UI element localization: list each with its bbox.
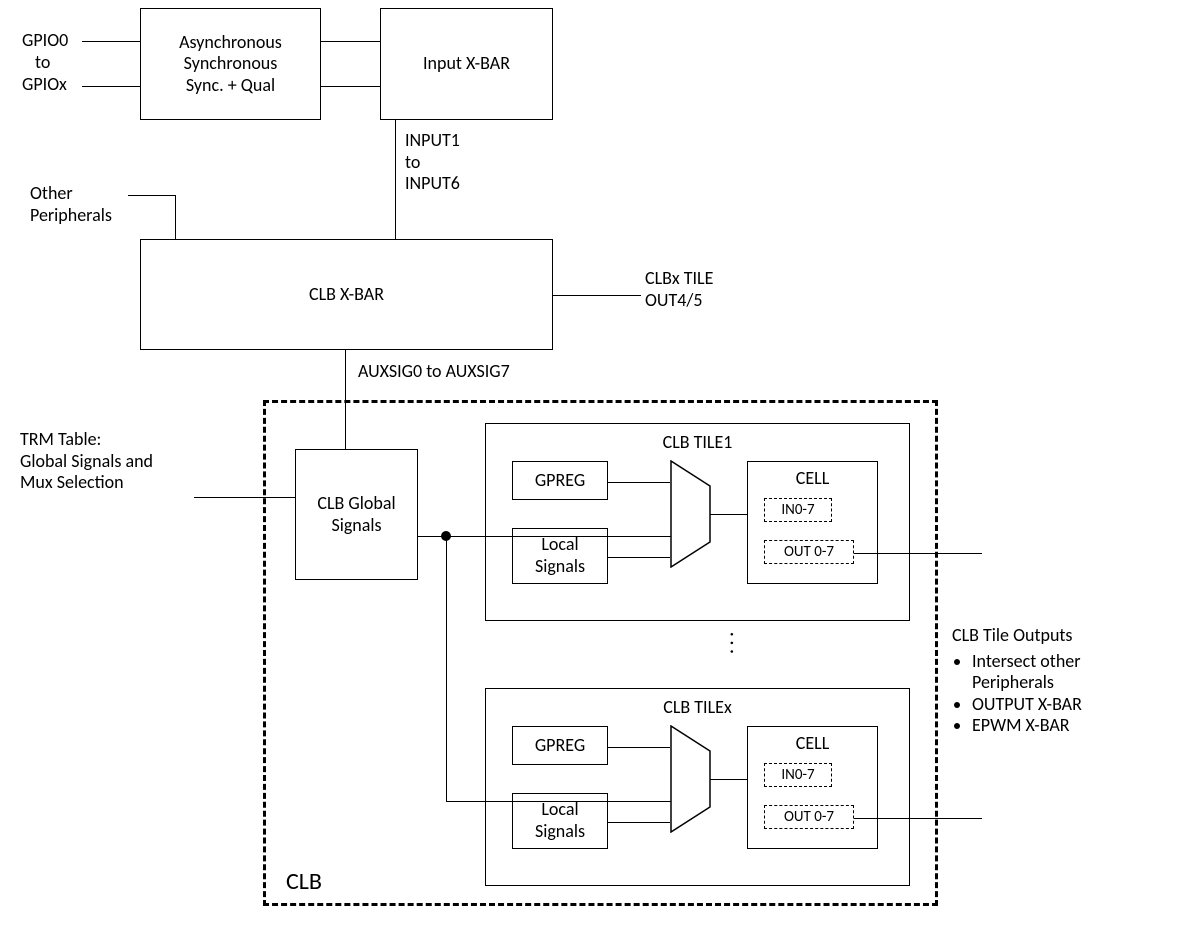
clb-tile-outputs-block: CLB Tile Outputs Intersect other Periphe… <box>952 625 1172 737</box>
outputs-heading: CLB Tile Outputs <box>952 624 1072 646</box>
input-xbar-box: Input X-BAR <box>380 8 553 120</box>
wire <box>710 514 747 515</box>
output-item-1: OUTPUT X-BAR <box>972 694 1172 716</box>
wire <box>321 86 380 87</box>
wire <box>395 120 396 239</box>
clb-title-label: CLB <box>286 868 322 897</box>
wire <box>446 801 671 802</box>
tile1-cell-box: CELL <box>747 461 878 584</box>
tilex-out-box: OUT 0-7 <box>764 805 854 829</box>
wire <box>608 557 670 558</box>
tilex-title: CLB TILEx <box>486 697 909 719</box>
clb-global-signals-box: CLB Global Signals <box>295 449 418 580</box>
tilex-in-box: IN0-7 <box>764 763 832 787</box>
wire <box>446 536 671 537</box>
tilex-gpreg-box: GPREG <box>512 726 608 765</box>
wire <box>82 86 140 87</box>
wire <box>175 195 176 239</box>
diagram-canvas: GPIO0 to GPIOx Asynchronous Synchronous … <box>0 0 1187 925</box>
tile1-title: CLB TILE1 <box>486 432 909 454</box>
async-sync-box: Asynchronous Synchronous Sync. + Qual <box>140 8 321 120</box>
tile1-cell-label: CELL <box>748 468 877 490</box>
output-item-2: EPWM X-BAR <box>972 715 1172 737</box>
wire <box>321 41 380 42</box>
input1-6-label: INPUT1 to INPUT6 <box>405 130 460 195</box>
wire <box>854 818 982 819</box>
tile1-gpreg-box: GPREG <box>512 461 608 500</box>
wire <box>854 553 982 554</box>
gpio-to-label: to <box>35 52 50 74</box>
tilex-cell-label: CELL <box>748 733 877 755</box>
tilex-cell-box: CELL <box>747 726 878 849</box>
other-peripherals-label: Other Peripherals <box>30 183 112 226</box>
wire <box>128 195 176 196</box>
tile1-out-box: OUT 0-7 <box>764 540 854 564</box>
wire <box>608 747 670 748</box>
clbx-tile-out-label: CLBx TILE OUT4/5 <box>645 268 713 311</box>
wire <box>446 536 447 801</box>
gpiox-label: GPIOx <box>22 74 67 96</box>
wire <box>608 822 670 823</box>
wire <box>608 482 670 483</box>
trm-table-label: TRM Table: Global Signals and Mux Select… <box>20 429 153 494</box>
clb-xbar-box: CLB X-BAR <box>140 239 553 350</box>
tile1-in-box: IN0-7 <box>764 498 832 522</box>
auxsig-label: AUXSIG0 to AUXSIG7 <box>358 361 510 383</box>
output-item-0: Intersect other Peripherals <box>972 651 1172 694</box>
wire <box>82 41 140 42</box>
wire <box>194 497 295 498</box>
gpio0-label: GPIO0 <box>22 30 68 52</box>
wire <box>553 295 641 296</box>
wire <box>710 779 747 780</box>
ellipsis: · · · <box>721 632 743 654</box>
